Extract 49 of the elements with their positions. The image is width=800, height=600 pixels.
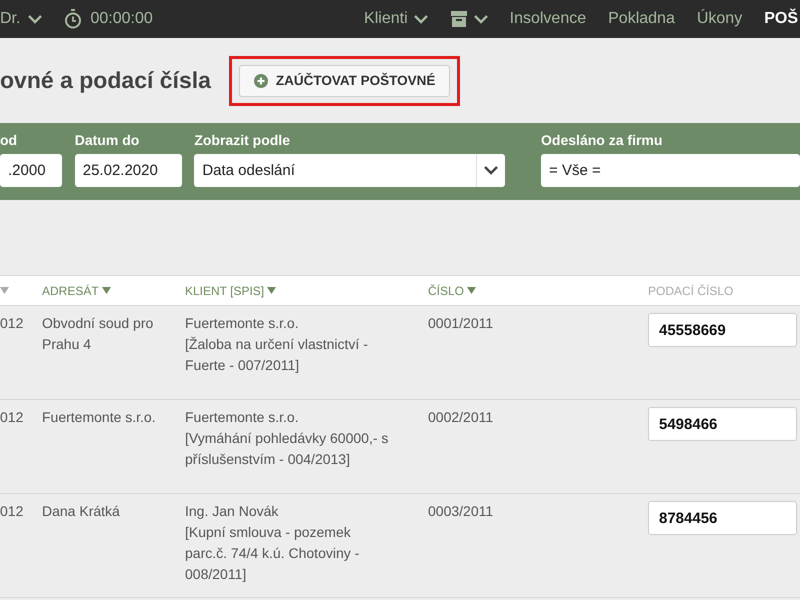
column-header[interactable]: ČÍSLO (428, 284, 648, 298)
column-header[interactable]: ADRESÁT (42, 284, 185, 298)
case-name: [Vymáhání pohledávky 60000,- s příslušenstvím - 004/2013] (185, 429, 390, 469)
column-header: PODACÍ ČÍSLO (648, 284, 734, 298)
table-cell-text: 012 (0, 314, 24, 333)
filter-label: Datum do (74, 132, 140, 148)
sort-arrow-icon[interactable] (467, 287, 476, 294)
table-cell-text: 012 (0, 502, 24, 521)
filter-label: Zobrazit podle (194, 132, 291, 148)
archive-icon (450, 11, 468, 27)
table-cell-text: 0001/2011 (428, 314, 494, 333)
sort-arrow-icon[interactable] (267, 287, 276, 294)
client-name: Fuertemonte s.r.o. (185, 408, 300, 427)
sort-arrow-icon[interactable] (102, 287, 111, 294)
table-cell-text: Obvodní soud pro Prahu 4 (42, 314, 154, 354)
timer: 00:00:00 (90, 10, 153, 28)
table-cell-text: Fuertemonte s.r.o. (42, 408, 157, 427)
nav-link[interactable]: Klienti (364, 10, 428, 28)
input-field[interactable]: = Vše = (541, 154, 800, 187)
table-cell-text: Dana Krátká (42, 502, 121, 521)
table-cell-text: 0002/2011 (428, 408, 494, 427)
table-cell-text: 0003/2011 (428, 502, 494, 521)
input-field[interactable]: 25.02.2020 (74, 154, 182, 187)
user-name[interactable]: Dr. (0, 10, 20, 28)
sort-arrow-icon[interactable] (0, 287, 9, 294)
filter-label: od (0, 132, 18, 148)
nav-link[interactable]: Insolvence (510, 10, 586, 28)
nav-link[interactable]: POŠ (764, 10, 798, 28)
case-name: [Žaloba na určení vlastnictví - Fuerte - 007/2011] (185, 335, 369, 375)
input-field[interactable]: 5498466 (648, 407, 797, 441)
add-postage-button[interactable]: ZAÚČTOVAT POŠTOVNÉ (238, 64, 450, 96)
archive-menu[interactable] (450, 11, 488, 27)
chevron-down-icon (484, 166, 498, 175)
client-name: Fuertemonte s.r.o. (185, 314, 300, 333)
column-header[interactable]: KLIENT [SPIS] (185, 284, 428, 298)
plus-circle-icon (254, 74, 268, 88)
case-name: [Kupní smlouva - pozemek parc.č. 74/4 k.ú. Chotoviny - 008/2011] (185, 523, 360, 584)
input-field[interactable]: 8784456 (648, 501, 797, 535)
client-name: Ing. Jan Novák (185, 502, 280, 521)
page-title: ovné a podací čísla (0, 67, 211, 94)
input-field[interactable]: 45558669 (648, 313, 797, 347)
nav-link[interactable]: Úkony (696, 10, 742, 28)
stopwatch-icon[interactable] (64, 9, 82, 29)
chevron-down-icon (28, 14, 42, 24)
filter-label: Odesláno za firmu (541, 132, 664, 148)
table-cell-text: 012 (0, 408, 24, 427)
select-field[interactable]: Data odeslání (194, 154, 506, 187)
nav-link[interactable]: Pokladna (608, 10, 675, 28)
input-field[interactable]: .2000 (0, 154, 62, 187)
